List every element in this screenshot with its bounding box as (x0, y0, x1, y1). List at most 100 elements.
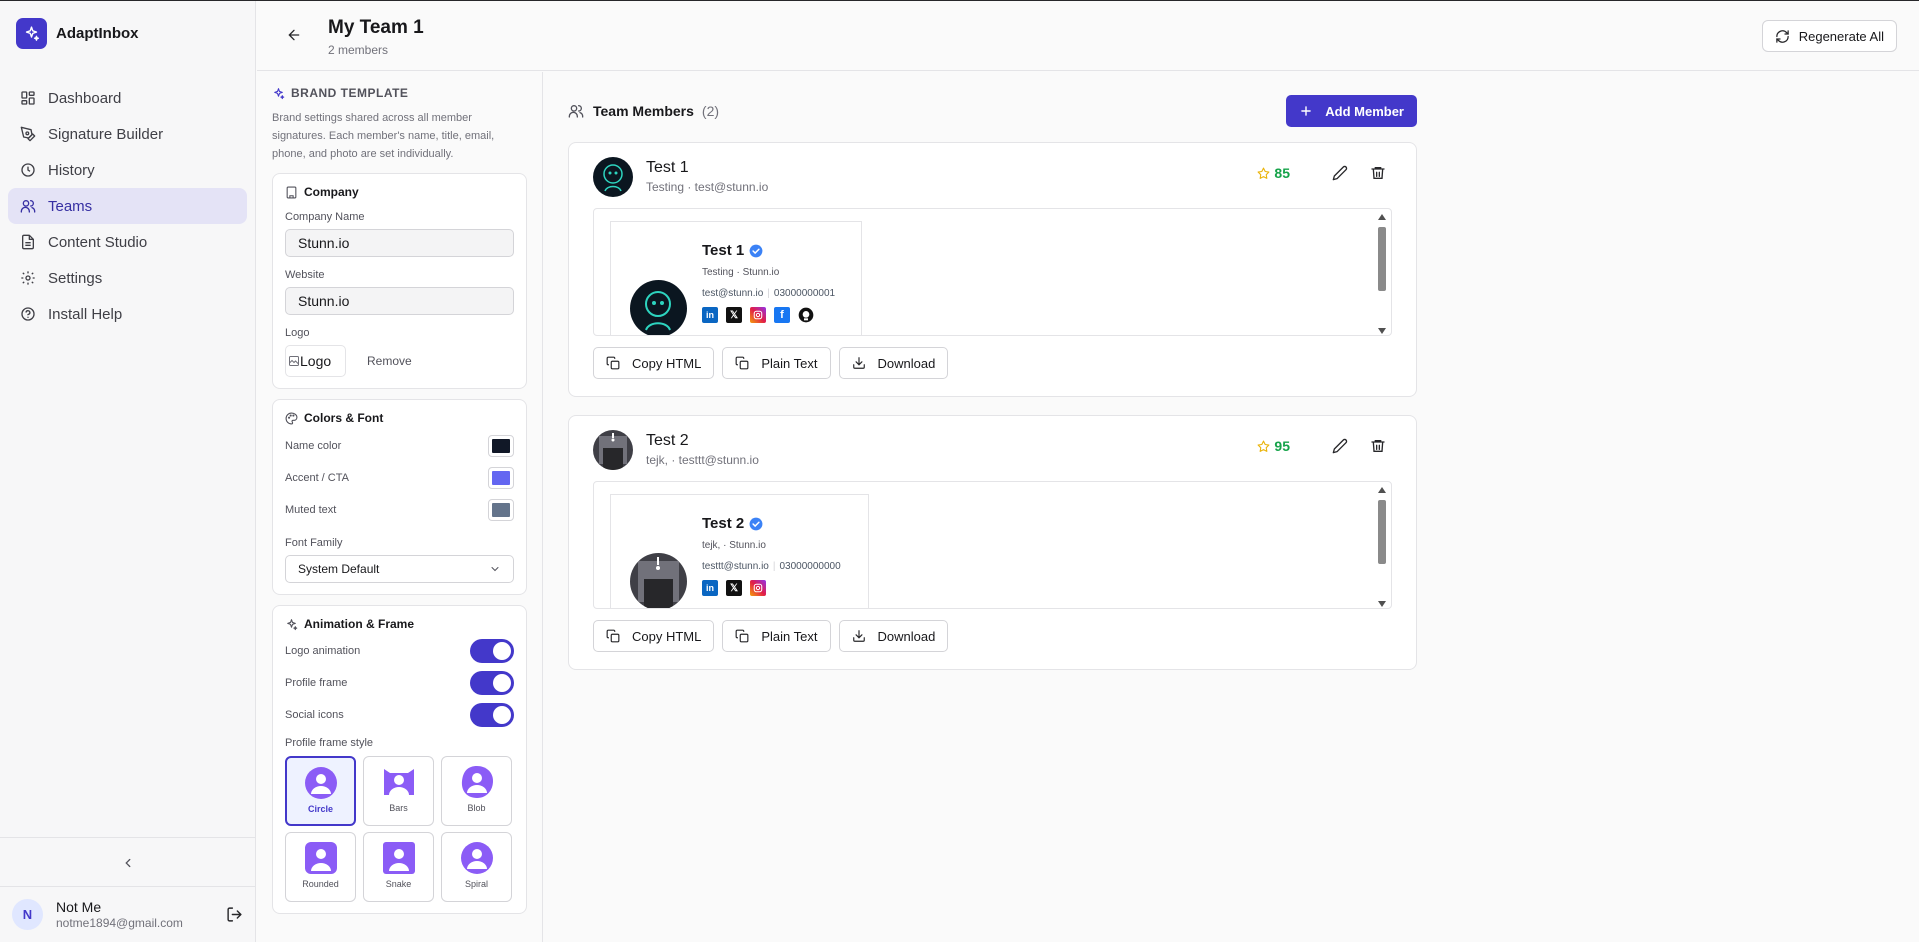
colors-font-card: Colors & Font Name color Accent / CTA Mu… (272, 399, 527, 595)
profile-bars-icon (383, 769, 414, 795)
sidebar-item-dashboard[interactable]: Dashboard (8, 80, 247, 116)
sidebar-item-label: Install Help (48, 305, 123, 323)
edit-member-button[interactable] (1332, 165, 1348, 181)
logo-alt-text: Logo (300, 353, 332, 369)
profile-frame-toggle[interactable] (470, 671, 514, 695)
download-icon (852, 357, 865, 369)
preview-scrollbar[interactable] (1377, 211, 1387, 335)
avatar: N (12, 899, 43, 930)
sidebar: AdaptInbox Dashboard Signature Builder H… (0, 1, 256, 942)
scroll-down-icon (1378, 328, 1386, 334)
verified-badge-icon (749, 517, 763, 530)
website-label: Website (285, 269, 325, 281)
copy-html-button[interactable]: Copy HTML (593, 347, 715, 379)
profile-snake-icon (382, 842, 415, 874)
signature-preview[interactable]: Test 1 Testing · Stunn.io test@stunn.io |… (593, 208, 1392, 336)
company-card: Company Company Name Stunn.io Website St… (272, 173, 527, 389)
signature-socials: in 𝕏 f (702, 307, 822, 323)
members-title: Team Members (593, 103, 694, 119)
member-card: Test 2 tejk, · testtt@stunn.io 95 Test 2… (568, 415, 1417, 670)
remove-logo-button[interactable]: Remove (367, 354, 412, 368)
profile-frame-label: Profile frame (285, 677, 348, 689)
font-family-select[interactable]: System Default (285, 555, 514, 583)
sidebar-item-settings[interactable]: Settings (8, 260, 247, 296)
company-name-input[interactable]: Stunn.io (285, 229, 514, 257)
signature-email[interactable]: test@stunn.io (702, 288, 763, 299)
members-count: (2) (701, 103, 720, 119)
linkedin-icon[interactable]: in (702, 307, 718, 323)
download-button[interactable]: Download (838, 620, 949, 652)
name-color-picker[interactable] (488, 435, 514, 457)
grid-icon (21, 91, 35, 105)
score-value: 85 (1274, 165, 1290, 181)
sidebar-item-content-studio[interactable]: Content Studio (8, 224, 247, 260)
regenerate-all-button[interactable]: Regenerate All (1761, 20, 1897, 52)
instagram-icon[interactable] (750, 307, 766, 323)
frame-option-blob[interactable]: Blob (441, 756, 512, 826)
member-subtitle: tejk, · testtt@stunn.io (646, 453, 759, 467)
copy-html-button[interactable]: Copy HTML (593, 620, 715, 652)
sidebar-item-install-help[interactable]: Install Help (8, 296, 247, 332)
x-icon[interactable]: 𝕏 (726, 307, 742, 323)
user-name: Not Me (56, 899, 102, 915)
score-value: 95 (1274, 438, 1290, 454)
edit-member-button[interactable] (1332, 438, 1348, 454)
linkedin-icon[interactable]: in (702, 580, 718, 596)
signature-score: 95 (1257, 438, 1290, 454)
signature-contact: test@stunn.io | 03000000001 (702, 288, 836, 299)
brand[interactable]: AdaptInbox (0, 1, 255, 66)
facebook-icon[interactable]: f (774, 307, 790, 323)
plain-text-button[interactable]: Plain Text (722, 620, 831, 652)
brand-template-heading: BRAND TEMPLATE (291, 86, 409, 100)
instagram-icon[interactable] (750, 580, 766, 596)
social-icons-label: Social icons (285, 709, 344, 721)
scroll-thumb[interactable] (1378, 227, 1386, 291)
chevron-down-icon (491, 567, 499, 572)
sidebar-item-teams[interactable]: Teams (8, 188, 247, 224)
download-button[interactable]: Download (838, 347, 949, 379)
muted-color-label: Muted text (285, 504, 337, 516)
website-input[interactable]: Stunn.io (285, 287, 514, 315)
github-icon[interactable] (798, 307, 814, 323)
frame-option-bars[interactable]: Bars (363, 756, 434, 826)
frame-option-rounded[interactable]: Rounded (285, 832, 356, 902)
logo-animation-toggle[interactable] (470, 639, 514, 663)
signature-phone[interactable]: 03000000001 (774, 288, 835, 299)
member-name: Test 1 (646, 159, 689, 176)
signature-preview[interactable]: Test 2 tejk, · Stunn.io testtt@stunn.io |… (593, 481, 1392, 609)
profile-blob-icon (461, 766, 493, 798)
gear-icon (21, 271, 35, 285)
delete-member-button[interactable] (1370, 165, 1386, 181)
download-icon (852, 630, 865, 642)
add-member-button[interactable]: Add Member (1286, 95, 1417, 127)
signature-name: Test 1 (702, 242, 763, 259)
trash-icon (1371, 440, 1385, 452)
scroll-up-icon (1378, 487, 1386, 493)
animation-frame-card: Animation & Frame Logo animation Profile… (272, 605, 527, 914)
muted-color-picker[interactable] (488, 499, 514, 521)
frame-option-spiral[interactable]: Spiral (441, 832, 512, 902)
logout-icon[interactable] (226, 906, 243, 923)
signature-phone[interactable]: 03000000000 (779, 561, 840, 572)
member-avatar (593, 156, 633, 197)
frame-option-snake[interactable]: Snake (363, 832, 434, 902)
frame-option-circle[interactable]: Circle (285, 756, 356, 826)
sidebar-item-signature-builder[interactable]: Signature Builder (8, 116, 247, 152)
signature-email[interactable]: testtt@stunn.io (702, 561, 769, 572)
company-title: Company (304, 185, 359, 199)
sidebar-item-label: Dashboard (48, 89, 122, 107)
sidebar-item-history[interactable]: History (8, 152, 247, 188)
scroll-thumb[interactable] (1378, 500, 1386, 564)
social-icons-toggle[interactable] (470, 703, 514, 727)
back-button[interactable] (286, 27, 302, 48)
profile-rounded-icon (304, 842, 337, 874)
collapse-sidebar-button[interactable] (0, 837, 255, 887)
x-icon[interactable]: 𝕏 (726, 580, 742, 596)
signature-score: 85 (1257, 165, 1290, 181)
preview-scrollbar[interactable] (1377, 484, 1387, 608)
delete-member-button[interactable] (1370, 438, 1386, 454)
logo-preview[interactable]: Logo (285, 345, 346, 377)
plain-text-button[interactable]: Plain Text (722, 347, 831, 379)
help-icon (21, 307, 35, 321)
accent-color-picker[interactable] (488, 467, 514, 489)
